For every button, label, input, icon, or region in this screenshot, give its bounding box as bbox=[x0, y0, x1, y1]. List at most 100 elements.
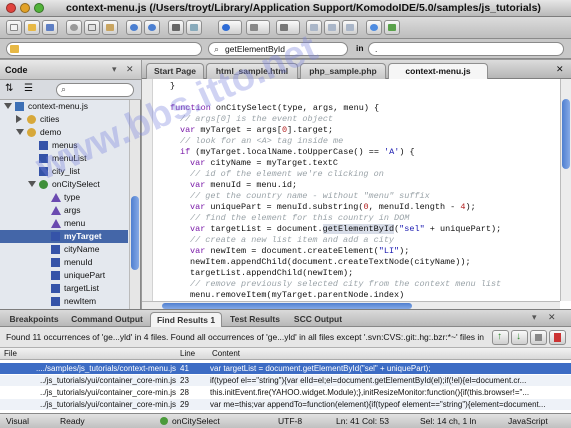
find-button[interactable] bbox=[186, 20, 202, 35]
pane-menu-icon[interactable]: ▾ bbox=[112, 64, 117, 75]
result-row[interactable]: ../js_tutorials/yui/container_core-min.j… bbox=[0, 399, 571, 410]
tools-button[interactable] bbox=[276, 20, 300, 35]
start-page-button[interactable] bbox=[384, 20, 400, 35]
tree-item[interactable]: menuId bbox=[0, 256, 128, 269]
function-icon bbox=[39, 180, 48, 189]
close-pane-icon[interactable]: ✕ bbox=[126, 64, 134, 75]
undo-button[interactable] bbox=[126, 20, 142, 35]
bottom-tab[interactable]: SCC Output bbox=[288, 312, 348, 327]
save-button[interactable] bbox=[42, 20, 58, 35]
tree-item[interactable]: cityName bbox=[0, 243, 128, 256]
variable-icon bbox=[39, 167, 48, 176]
next-result-button[interactable]: ↓ bbox=[511, 330, 528, 345]
sort-icon[interactable]: ⇅ bbox=[5, 83, 13, 94]
code-tree-scrollbar[interactable] bbox=[129, 100, 140, 309]
pane-menu-icon[interactable]: ▾ bbox=[532, 312, 537, 323]
close-window-button[interactable] bbox=[6, 3, 16, 13]
find-summary-bar: Found 11 occurrences of 'ge...yld' in 4 … bbox=[0, 327, 571, 348]
tree-item[interactable]: city_list bbox=[0, 165, 128, 178]
folder-icon bbox=[10, 45, 19, 53]
status-symbol[interactable]: onCitySelect bbox=[172, 416, 220, 426]
status-encoding[interactable]: UTF-8 bbox=[278, 416, 302, 426]
zoom-window-button[interactable] bbox=[34, 3, 44, 13]
code-line: // find the element for this country in … bbox=[190, 213, 410, 223]
tree-item[interactable]: cities bbox=[0, 113, 128, 126]
macro-button[interactable] bbox=[246, 20, 270, 35]
bottom-tab-label: SCC Output bbox=[293, 314, 343, 324]
status-selection: Sel: 14 ch, 1 ln bbox=[420, 416, 477, 426]
content-column-header[interactable]: Content bbox=[212, 349, 240, 358]
disclosure-closed-icon[interactable] bbox=[16, 115, 22, 123]
search-scope-input[interactable]: . bbox=[368, 42, 564, 56]
clear-results-button[interactable] bbox=[549, 330, 566, 345]
code-line: targetList.appendChild(newItem); bbox=[190, 268, 354, 278]
close-tab-icon[interactable]: ✕ bbox=[556, 64, 564, 75]
tree-item[interactable]: menuList bbox=[0, 152, 128, 165]
search-input[interactable]: ⌕ getElementById bbox=[208, 42, 348, 56]
disclosure-open-icon[interactable] bbox=[16, 129, 24, 135]
tree-item[interactable]: context-menu.js bbox=[0, 100, 128, 113]
tree-item[interactable]: myTarget bbox=[0, 230, 128, 243]
editor-tab[interactable]: context-menu.js bbox=[388, 63, 488, 79]
editor-vertical-scrollbar[interactable] bbox=[560, 79, 571, 301]
stop-search-button[interactable] bbox=[530, 330, 547, 345]
toggle-left-pane-button[interactable] bbox=[306, 20, 322, 35]
editor-tab[interactable]: html_sample.html bbox=[206, 63, 298, 79]
result-row[interactable]: ..../samples/js_tutorials/context-menu.j… bbox=[0, 363, 571, 374]
tree-item[interactable]: onCitySelect bbox=[0, 178, 128, 191]
disclosure-open-icon[interactable] bbox=[4, 103, 12, 109]
browser-preview-button[interactable] bbox=[218, 20, 242, 35]
result-row[interactable]: ../js_tutorials/yui/container_core-min.j… bbox=[0, 387, 571, 398]
tree-item[interactable]: menus bbox=[0, 139, 128, 152]
tree-item[interactable]: targetList bbox=[0, 282, 128, 295]
toggle-bottom-pane-button[interactable] bbox=[342, 20, 358, 35]
new-file-button[interactable] bbox=[6, 20, 22, 35]
tree-item-label: menuList bbox=[52, 153, 87, 163]
result-row[interactable]: ../js_tutorials/yui/container_core-min.j… bbox=[0, 375, 571, 386]
variable-icon bbox=[51, 297, 60, 306]
bottom-tab[interactable]: Breakpoints bbox=[4, 312, 64, 327]
editor-horizontal-scrollbar[interactable] bbox=[142, 301, 560, 309]
minimize-window-button[interactable] bbox=[20, 3, 30, 13]
scrollbar-thumb[interactable] bbox=[562, 99, 570, 169]
status-language[interactable]: JavaScript bbox=[508, 416, 548, 426]
tree-item[interactable]: newItem bbox=[0, 295, 128, 308]
bottom-tab[interactable]: Find Results 1 bbox=[150, 312, 222, 327]
code-line: var myTarget = args[0].target; bbox=[180, 125, 334, 135]
location-toolbar: ⌕ getElementById in . bbox=[0, 39, 571, 59]
tree-item[interactable]: demo bbox=[0, 126, 128, 139]
line-column-header[interactable]: Line bbox=[180, 349, 195, 358]
code-filter-input[interactable]: ⌕ bbox=[56, 83, 134, 97]
tree-item[interactable]: args bbox=[0, 204, 128, 217]
code-line: if (myTarget.localName.toUpperCase() == … bbox=[180, 147, 415, 157]
scrollbar-thumb[interactable] bbox=[131, 196, 139, 270]
open-file-button[interactable] bbox=[24, 20, 40, 35]
code-line: } bbox=[170, 81, 176, 91]
disclosure-open-icon[interactable] bbox=[28, 181, 36, 187]
help-button[interactable] bbox=[366, 20, 382, 35]
tree-item-label: onCitySelect bbox=[52, 179, 100, 189]
redo-button[interactable] bbox=[144, 20, 160, 35]
window-titlebar[interactable]: context-menu.js (/Users/troyt/Library/Ap… bbox=[0, 0, 571, 17]
cut-button[interactable] bbox=[66, 20, 82, 35]
previous-result-button[interactable]: ↑ bbox=[492, 330, 509, 345]
bottom-tab[interactable]: Test Results bbox=[224, 312, 286, 327]
project-dropdown[interactable] bbox=[6, 42, 202, 56]
tree-item[interactable]: type bbox=[0, 191, 128, 204]
file-column-header[interactable]: File bbox=[4, 349, 17, 358]
bottom-tab[interactable]: Command Output bbox=[66, 312, 148, 327]
tree-item[interactable]: uniquePart bbox=[0, 269, 128, 282]
code-line: // look for an <A> tag inside me bbox=[180, 136, 344, 146]
toggle-right-pane-button[interactable] bbox=[324, 20, 340, 35]
search-icon: ⌕ bbox=[214, 44, 220, 54]
filter-icon[interactable]: ☰ bbox=[24, 83, 33, 94]
paste-button[interactable] bbox=[102, 20, 118, 35]
editor-tab[interactable]: php_sample.php bbox=[300, 63, 386, 79]
tree-item[interactable]: menu bbox=[0, 217, 128, 230]
editor-tab[interactable]: Start Page bbox=[146, 63, 204, 79]
tree-item-label: menuId bbox=[64, 257, 93, 267]
print-button[interactable] bbox=[168, 20, 184, 35]
close-pane-icon[interactable]: ✕ bbox=[548, 312, 556, 323]
code-view[interactable]: } function onCitySelect(type, args, menu)… bbox=[160, 79, 550, 301]
copy-button[interactable] bbox=[84, 20, 100, 35]
